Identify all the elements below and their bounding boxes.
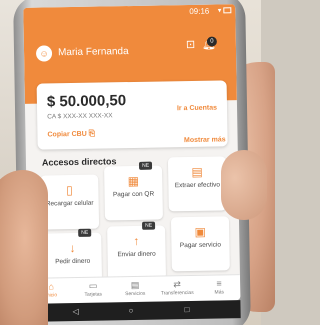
notification-badge: 0 [206,36,217,47]
shortcut-withdraw-cash[interactable]: ▤ Extraer efectivo [167,156,227,212]
right-finger [221,150,267,220]
new-badge: NE [142,221,156,230]
phone: 09:16 ▾ ☺ Maria Fernanda ⊡ 🔔︎ 0 $ 50.000… [13,0,251,325]
receipt-icon: ▤ [130,279,140,291]
copy-icon: ⎘ [88,128,96,138]
shortcut-pay-service[interactable]: ▣ Pagar servicio [170,216,230,272]
nav-label: Tarjetas [84,291,103,298]
shortcut-recharge-phone[interactable]: ▯ Recargar celular [40,174,100,230]
shortcuts-title: Accesos directos [41,156,117,168]
new-badge: NE [78,228,92,237]
copy-cbu-button[interactable]: Copiar CBU ⎘ [47,129,95,140]
qr-code-icon: ▦ [127,173,140,189]
nav-label: Transferencias [160,289,194,297]
shortcut-label: Recargar celular [45,199,94,208]
nav-item-transfers[interactable]: ⇄ Transferencias [156,279,198,298]
show-more-link[interactable]: Mostrar más [184,136,226,144]
user-name: Maria Fernanda [57,46,129,59]
shortcut-label: Pedir dinero [55,257,91,266]
status-bar: 09:16 ▾ [23,4,235,22]
shortcut-label: Pagar con QR [112,190,155,199]
bill-icon: ▣ [194,224,206,239]
avatar[interactable]: ☺ [35,45,53,62]
shortcut-pay-qr[interactable]: NE ▦ Pagar con QR [104,161,163,221]
nav-item-cards[interactable]: ▭ Tarjetas [72,280,114,299]
shortcut-label: Pagar servicio [179,241,222,250]
phone-recharge-icon: ▯ [66,183,73,198]
battery-icon [223,7,232,14]
nav-item-services[interactable]: ▤ Servicios [114,280,156,299]
account-number: CA $ XXX-XX XXX-XX [47,112,113,121]
arrow-up-icon: ↑ [133,233,140,248]
nav-label: Servicios [125,290,146,298]
status-time: 09:16 [189,6,210,16]
go-to-accounts-link[interactable]: Ir a Cuentas [177,105,217,113]
shortcut-label: Enviar dinero [117,250,156,259]
account-balance: $ 50.000,50 [46,92,127,111]
card-icon: ▭ [88,280,98,291]
wifi-icon: ▾ [217,7,222,15]
back-icon[interactable]: ◁ [72,307,78,316]
copy-cbu-label: Copiar CBU [47,130,87,139]
nav-item-more[interactable]: ≡ Más [198,278,240,297]
atm-icon: ▤ [191,164,203,179]
recents-icon[interactable]: □ [184,305,189,314]
new-badge: NE [139,161,153,170]
shortcut-send-money[interactable]: NE ↑ Enviar dinero [107,221,167,281]
left-hand [0,170,48,325]
nav-label: Más [214,289,225,296]
phone-screen: 09:16 ▾ ☺ Maria Fernanda ⊡ 🔔︎ 0 $ 50.000… [23,4,241,304]
shortcut-label: Extraer efectivo [174,181,221,190]
bottom-nav: ⌂ Inicio ▭ Tarjetas ▤ Servicios ⇄ Transf… [27,274,241,304]
help-chat-icon[interactable]: ⊡ [186,39,195,51]
menu-icon: ≡ [216,278,222,289]
transfer-icon: ⇄ [173,279,181,290]
android-nav-bar: ◁ ○ □ [28,300,241,322]
home-circle-icon[interactable]: ○ [128,306,133,315]
arrow-down-icon: ↓ [69,241,76,256]
